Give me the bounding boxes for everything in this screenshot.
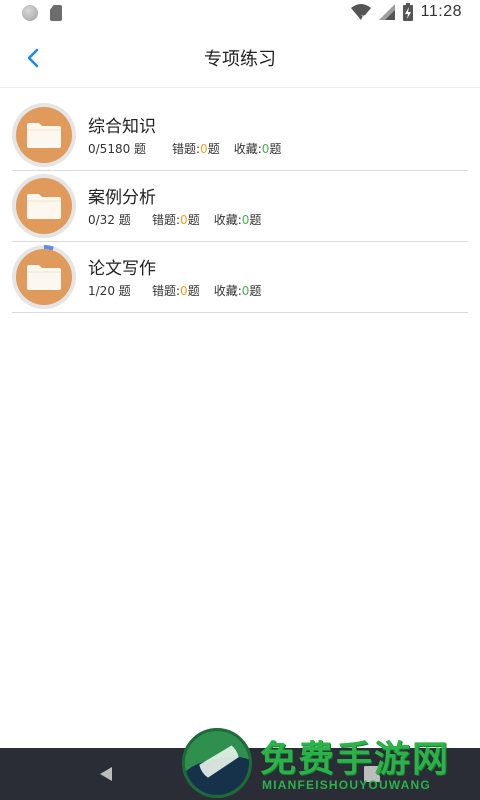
progress-avatar xyxy=(12,174,76,238)
item-stats: 0/32 题 错题:0题 收藏:0题 xyxy=(88,211,261,228)
folder-badge xyxy=(16,178,72,234)
watermark-logo-icon xyxy=(182,728,252,798)
status-right: x 11:28 xyxy=(350,3,462,21)
app-header: 专项练习 xyxy=(0,28,480,88)
progress-count: 0/32 题 xyxy=(88,213,131,227)
wrong-number: 0 xyxy=(180,213,188,227)
status-time: 11:28 xyxy=(420,3,462,20)
status-bar: x 11:28 xyxy=(0,0,480,28)
folder-icon xyxy=(27,194,61,219)
sd-card-icon xyxy=(50,5,62,21)
wrong-number: 0 xyxy=(200,142,208,156)
favorite-count: 收藏:0题 xyxy=(234,140,282,157)
nav-back-icon[interactable] xyxy=(98,766,114,782)
folder-badge xyxy=(16,107,72,163)
practice-list: 综合知识 0/5180 题 错题:0题 收藏:0题 案例分析 0/32 题 错题… xyxy=(12,100,468,313)
wifi-icon: x xyxy=(350,4,371,21)
favorite-unit: 题 xyxy=(249,284,262,298)
favorite-label: 收藏: xyxy=(233,142,262,156)
wrong-label: 错题: xyxy=(152,284,181,298)
favorite-label: 收藏: xyxy=(213,284,242,298)
wrong-number: 0 xyxy=(180,284,188,298)
wrong-label: 错题: xyxy=(152,213,181,227)
battery-icon xyxy=(402,3,413,21)
favorite-count: 收藏:0题 xyxy=(214,282,262,299)
wrong-count: 错题:0题 xyxy=(152,282,200,299)
watermark-subtitle: MIANFEISHOUYOUWANG xyxy=(262,778,431,792)
list-item[interactable]: 综合知识 0/5180 题 错题:0题 收藏:0题 xyxy=(12,100,468,171)
item-stats: 1/20 题 错题:0题 收藏:0题 xyxy=(88,282,261,299)
favorite-unit: 题 xyxy=(269,142,282,156)
favorite-unit: 题 xyxy=(249,213,262,227)
item-title: 案例分析 xyxy=(88,188,156,208)
notification-dot-icon xyxy=(22,5,38,21)
progress-avatar xyxy=(12,103,76,167)
status-left xyxy=(22,5,62,21)
wrong-count: 错题:0题 xyxy=(172,140,220,157)
wrong-unit: 题 xyxy=(187,284,200,298)
folder-badge xyxy=(16,249,72,305)
item-stats: 0/5180 题 错题:0题 收藏:0题 xyxy=(88,140,281,157)
signal-icon xyxy=(378,4,395,20)
favorite-count: 收藏:0题 xyxy=(214,211,262,228)
svg-text:x: x xyxy=(361,13,365,21)
page-title: 专项练习 xyxy=(204,49,276,70)
list-item[interactable]: 论文写作 1/20 题 错题:0题 收藏:0题 xyxy=(12,242,468,313)
item-title: 综合知识 xyxy=(88,117,156,137)
watermark: 免费手游网 MIANFEISHOUYOUWANG xyxy=(182,726,474,800)
favorite-label: 收藏: xyxy=(213,213,242,227)
progress-count: 0/5180 题 xyxy=(88,142,147,156)
list-item[interactable]: 案例分析 0/32 题 错题:0题 收藏:0题 xyxy=(12,171,468,242)
wrong-unit: 题 xyxy=(207,142,220,156)
wrong-count: 错题:0题 xyxy=(152,211,200,228)
wrong-label: 错题: xyxy=(172,142,201,156)
progress-count: 1/20 题 xyxy=(88,284,131,298)
progress-avatar xyxy=(12,245,76,309)
watermark-title: 免费手游网 xyxy=(260,738,451,780)
folder-icon xyxy=(27,123,61,148)
wrong-unit: 题 xyxy=(187,213,200,227)
item-title: 论文写作 xyxy=(88,259,156,279)
folder-icon xyxy=(27,265,61,290)
